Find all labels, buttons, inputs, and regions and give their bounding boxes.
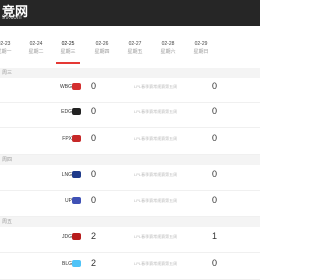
score-left: 2 xyxy=(91,231,97,241)
match-row[interactable]: JDG 2 LPL春季赛常规赛第五周 1 xyxy=(0,228,260,253)
match-row[interactable]: WBG 0 LPL春季赛常规赛第五周 0 xyxy=(0,78,260,103)
score-right: 0 xyxy=(212,195,218,205)
score-left: 0 xyxy=(91,81,97,91)
match-row[interactable]: FPX 0 LPL春季赛常规赛第五周 0 xyxy=(0,130,260,155)
match-row[interactable]: EDG 0 LPL春季赛常规赛第五周 0 xyxy=(0,103,260,128)
match-note: LPL春季赛常规赛第五周 xyxy=(134,198,178,203)
score-right: 0 xyxy=(212,133,218,143)
team-logo-icon xyxy=(72,83,81,90)
date-tab[interactable]: 02-29 星期日 xyxy=(183,40,219,56)
match-row[interactable]: LNG 0 LPL春季赛常规赛第五周 0 xyxy=(0,166,260,191)
date-tab-active[interactable]: 02-25 星期三 xyxy=(50,40,86,56)
score-left: 0 xyxy=(91,169,97,179)
date-tab[interactable]: 02-27 星期五 xyxy=(117,40,153,56)
team-logo-icon xyxy=(72,108,81,115)
score-left: 2 xyxy=(91,258,97,268)
match-note: LPL春季赛常规赛第五周 xyxy=(134,172,178,177)
day-section-header: 周三 xyxy=(0,68,260,78)
match-note: LPL春季赛常规赛第五周 xyxy=(134,261,178,266)
team-name: UP xyxy=(65,198,72,204)
day-section-header: 周五 xyxy=(0,217,260,227)
match-note: LPL春季赛常规赛第五周 xyxy=(134,84,178,89)
score-left: 0 xyxy=(91,106,97,116)
date-tabs: 02-23星期一 02-24星期二 02-25星期三 02-26星期四 02-2… xyxy=(0,40,260,68)
score-right: 1 xyxy=(212,231,218,241)
team-logo-icon xyxy=(72,233,81,240)
team-logo-icon xyxy=(72,197,81,204)
active-date-underline xyxy=(56,62,80,64)
match-note: LPL春季赛常规赛第五周 xyxy=(134,109,178,114)
score-left: 0 xyxy=(91,133,97,143)
top-bar: 竞网 99.com xyxy=(0,0,260,26)
team-name: JDG xyxy=(62,234,72,240)
score-right: 0 xyxy=(212,169,218,179)
score-right: 0 xyxy=(212,106,218,116)
team-name: EDG xyxy=(61,109,72,115)
match-row[interactable]: UP 0 LPL春季赛常规赛第五周 0 xyxy=(0,192,260,217)
date-tab[interactable]: 02-28 星期六 xyxy=(150,40,186,56)
day-section-header: 周四 xyxy=(0,155,260,165)
team-name: WBG xyxy=(60,84,72,90)
match-note: LPL春季赛常规赛第五周 xyxy=(134,136,178,141)
site-domain: 99.com xyxy=(2,15,22,21)
team-logo-icon xyxy=(72,135,81,142)
date-tab[interactable]: 02-24 星期二 xyxy=(18,40,54,56)
score-right: 0 xyxy=(212,81,218,91)
score-left: 0 xyxy=(91,195,97,205)
team-logo-icon xyxy=(72,260,81,267)
match-note: LPL春季赛常规赛第五周 xyxy=(134,234,178,239)
team-name: BLG xyxy=(61,261,72,267)
date-tab[interactable]: 02-26 星期四 xyxy=(84,40,120,56)
team-logo-icon xyxy=(72,171,81,178)
score-right: 0 xyxy=(212,258,218,268)
match-row[interactable]: BLG 2 LPL春季赛常规赛第五周 0 xyxy=(0,255,260,280)
team-name: FPX xyxy=(62,136,72,142)
team-name: LNG xyxy=(61,172,72,178)
